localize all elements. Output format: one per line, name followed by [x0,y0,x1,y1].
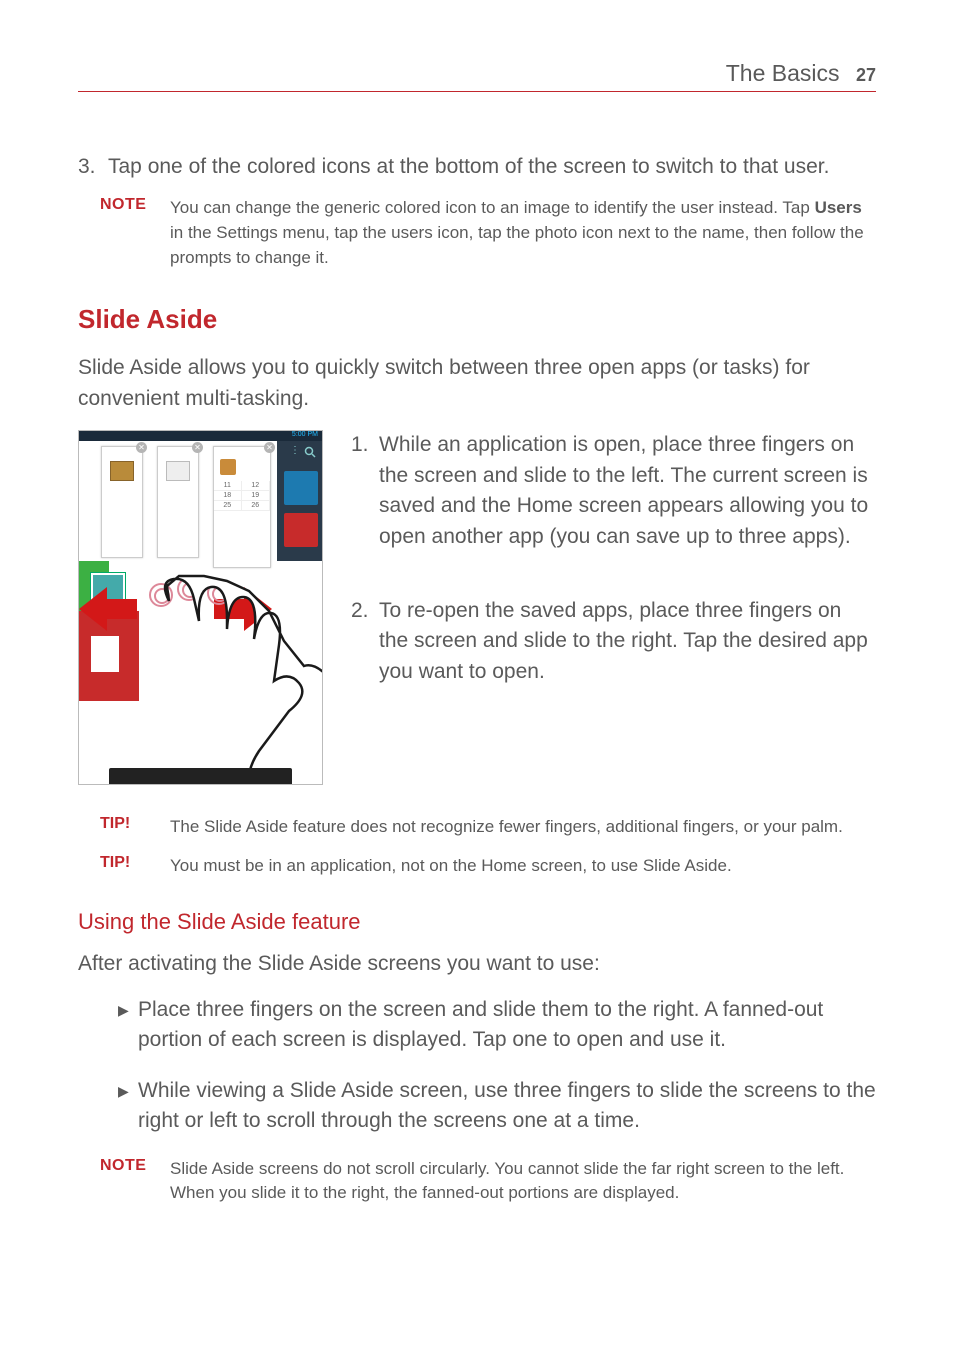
note-2: NOTE Slide Aside screens do not scroll c… [78,1157,876,1206]
slide-aside-illustration: 5:00 PM ⋮ ✕ ✕ ✕ 1112 [78,430,323,785]
page-header: The Basics 27 [78,60,876,92]
cal-cell: 18 [214,491,241,501]
note-bold-users: Users [815,198,862,217]
step-3: 3. Tap one of the colored icons at the b… [78,152,876,182]
section-title: The Basics [726,60,840,86]
android-nav-bar [109,768,292,784]
intro-bold: Slide Aside [78,356,182,379]
heading-using-feature: Using the Slide Aside feature [78,909,876,935]
folder-icon [110,461,134,481]
heading-slide-aside: Slide Aside [78,304,876,335]
close-icon: ✕ [136,442,147,453]
bullet-text: While viewing a Slide Aside screen, use … [138,1076,876,1137]
intro-paragraph: Slide Aside allows you to quickly switch… [78,353,876,414]
step-number: 2. [351,596,379,687]
step-number: 1. [351,430,379,552]
bullet-arrow-icon: ▶ [118,995,138,1056]
step-2: 2. To re-open the saved apps, place thre… [351,596,876,687]
manual-page: The Basics 27 3. Tap one of the colored … [0,0,954,1280]
statusbar [79,431,322,441]
calendar-grid: 1112 1819 2526 [214,481,270,511]
close-icon: ✕ [264,442,275,453]
step-number: 3. [78,152,108,182]
note-text: Slide Aside screens do not scroll circul… [170,1157,876,1206]
saved-card-3: ✕ 1112 1819 2526 [213,446,271,568]
after-activating-text: After activating the Slide Aside screens… [78,949,876,979]
tip-label: TIP! [100,815,170,840]
step-1: 1. While an application is open, place t… [351,430,876,552]
status-time: 5:00 PM [292,431,318,438]
note-1: NOTE You can change the generic colored … [78,196,876,270]
step-text: Tap one of the colored icons at the bott… [108,152,829,182]
note-label: NOTE [100,196,170,270]
page-number: 27 [856,65,876,85]
tip-2: TIP! You must be in an application, not … [78,854,876,879]
photo-icon [166,461,190,481]
hand-icon [139,571,323,785]
tip-label: TIP! [100,854,170,879]
bullet-arrow-icon: ▶ [118,1076,138,1137]
menu-icon: ⋮ [290,445,300,456]
tip-text: The Slide Aside feature does not recogni… [170,815,843,840]
cal-cell: 26 [241,501,269,511]
document-icon [91,636,119,672]
saved-card-2: ✕ [157,446,199,558]
ordered-steps: 1. While an application is open, place t… [351,430,876,785]
bullet-text: Place three fingers on the screen and sl… [138,995,876,1056]
cal-cell: 12 [241,481,269,491]
bullet-1: ▶ Place three fingers on the screen and … [78,995,876,1056]
saved-card-1: ✕ [101,446,143,558]
note-label: NOTE [100,1157,170,1206]
close-icon: ✕ [192,442,203,453]
step-text: To re-open the saved apps, place three f… [379,596,876,687]
intro-rest: allows you to quickly switch between thr… [78,356,810,409]
cal-cell: 19 [241,491,269,501]
videos-icon [284,471,318,505]
step-text: While an application is open, place thre… [379,430,876,552]
note-body: You can change the generic colored icon … [170,196,876,270]
calendar-icon [220,459,236,475]
bullet-2: ▶ While viewing a Slide Aside screen, us… [78,1076,876,1137]
arrow-left-icon [79,587,107,631]
youtube-icon [284,513,318,547]
note-text-post: in the Settings menu, tap the users icon… [170,223,864,267]
cal-cell: 25 [214,501,241,511]
tip-1: TIP! The Slide Aside feature does not re… [78,815,876,840]
tip-text: You must be in an application, not on th… [170,854,732,879]
figure-and-steps: 5:00 PM ⋮ ✕ ✕ ✕ 1112 [78,430,876,785]
cal-cell: 11 [214,481,241,491]
search-icon [304,445,316,463]
note-text-pre: You can change the generic colored icon … [170,198,815,217]
